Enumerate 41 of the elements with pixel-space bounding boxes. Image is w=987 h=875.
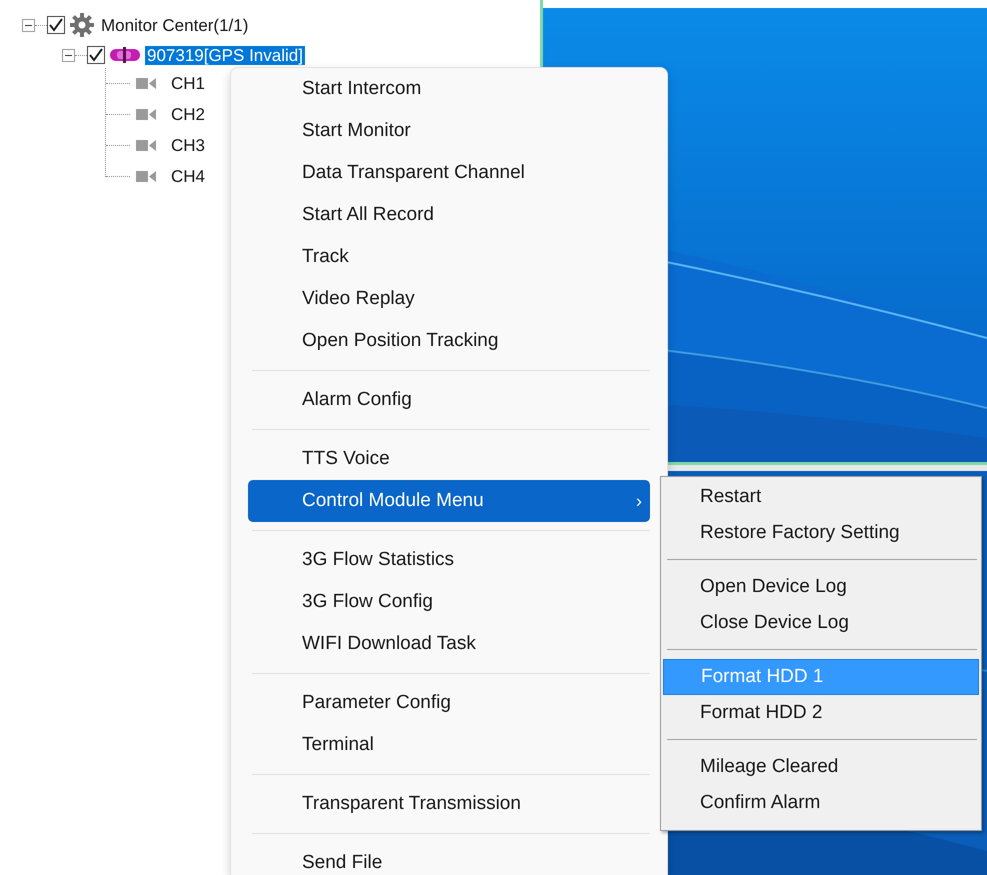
menu-item[interactable]: Confirm Alarm — [663, 785, 979, 821]
camera-icon — [136, 77, 157, 90]
car-icon — [109, 46, 141, 64]
menu-item[interactable]: Start Monitor — [248, 110, 650, 152]
menu-item[interactable]: Transparent Transmission — [248, 783, 650, 825]
camera-icon — [136, 170, 157, 183]
tree-item[interactable]: Monitor Center(1/1) — [99, 16, 250, 34]
menu-item[interactable]: Alarm Config — [248, 379, 650, 421]
menu-item[interactable]: Data Transparent Channel — [248, 152, 650, 194]
menu-item[interactable]: Close Device Log — [663, 605, 979, 641]
submenu-arrow-icon: › — [636, 490, 642, 512]
camera-icon — [136, 108, 157, 121]
menu-item[interactable]: Format HDD 2 — [663, 695, 979, 731]
tree-item[interactable]: 907319[GPS Invalid] — [145, 46, 305, 64]
menu-item[interactable]: Start All Record — [248, 194, 650, 236]
menu-item[interactable]: 3G Flow Config — [248, 581, 650, 623]
menu-item[interactable]: Open Device Log — [663, 569, 979, 605]
collapse-toggle[interactable] — [22, 18, 35, 32]
menu-item[interactable]: Video Replay — [248, 278, 650, 320]
tree-item[interactable]: CH1 — [169, 74, 208, 93]
menu-item[interactable]: Send File — [248, 842, 650, 875]
menu-item[interactable]: Restore Factory Setting — [663, 515, 979, 551]
tree-item[interactable]: CH2 — [169, 105, 208, 124]
camera-icon — [136, 139, 157, 152]
menu-item[interactable]: Open Position Tracking — [248, 320, 650, 362]
menu-item[interactable]: Parameter Config — [248, 682, 650, 724]
gear-icon — [69, 12, 95, 38]
menu-item[interactable]: Control Module Menu › — [248, 480, 650, 522]
collapse-toggle[interactable] — [62, 48, 75, 62]
tree-item[interactable]: CH3 — [169, 136, 208, 155]
menu-item[interactable]: Track — [248, 236, 650, 278]
menu-item[interactable]: WIFI Download Task — [248, 623, 650, 665]
menu-item[interactable]: Restart — [663, 479, 979, 515]
menu-item[interactable]: TTS Voice — [248, 438, 650, 480]
menu-item[interactable]: Start Intercom — [248, 68, 650, 110]
checkbox[interactable] — [47, 16, 65, 34]
menu-item[interactable]: Terminal — [248, 724, 650, 766]
checkbox[interactable] — [87, 46, 105, 64]
tree-item[interactable]: CH4 — [169, 167, 208, 186]
menu-item[interactable]: 3G Flow Statistics — [248, 539, 650, 581]
menu-item[interactable]: Mileage Cleared — [663, 749, 979, 785]
